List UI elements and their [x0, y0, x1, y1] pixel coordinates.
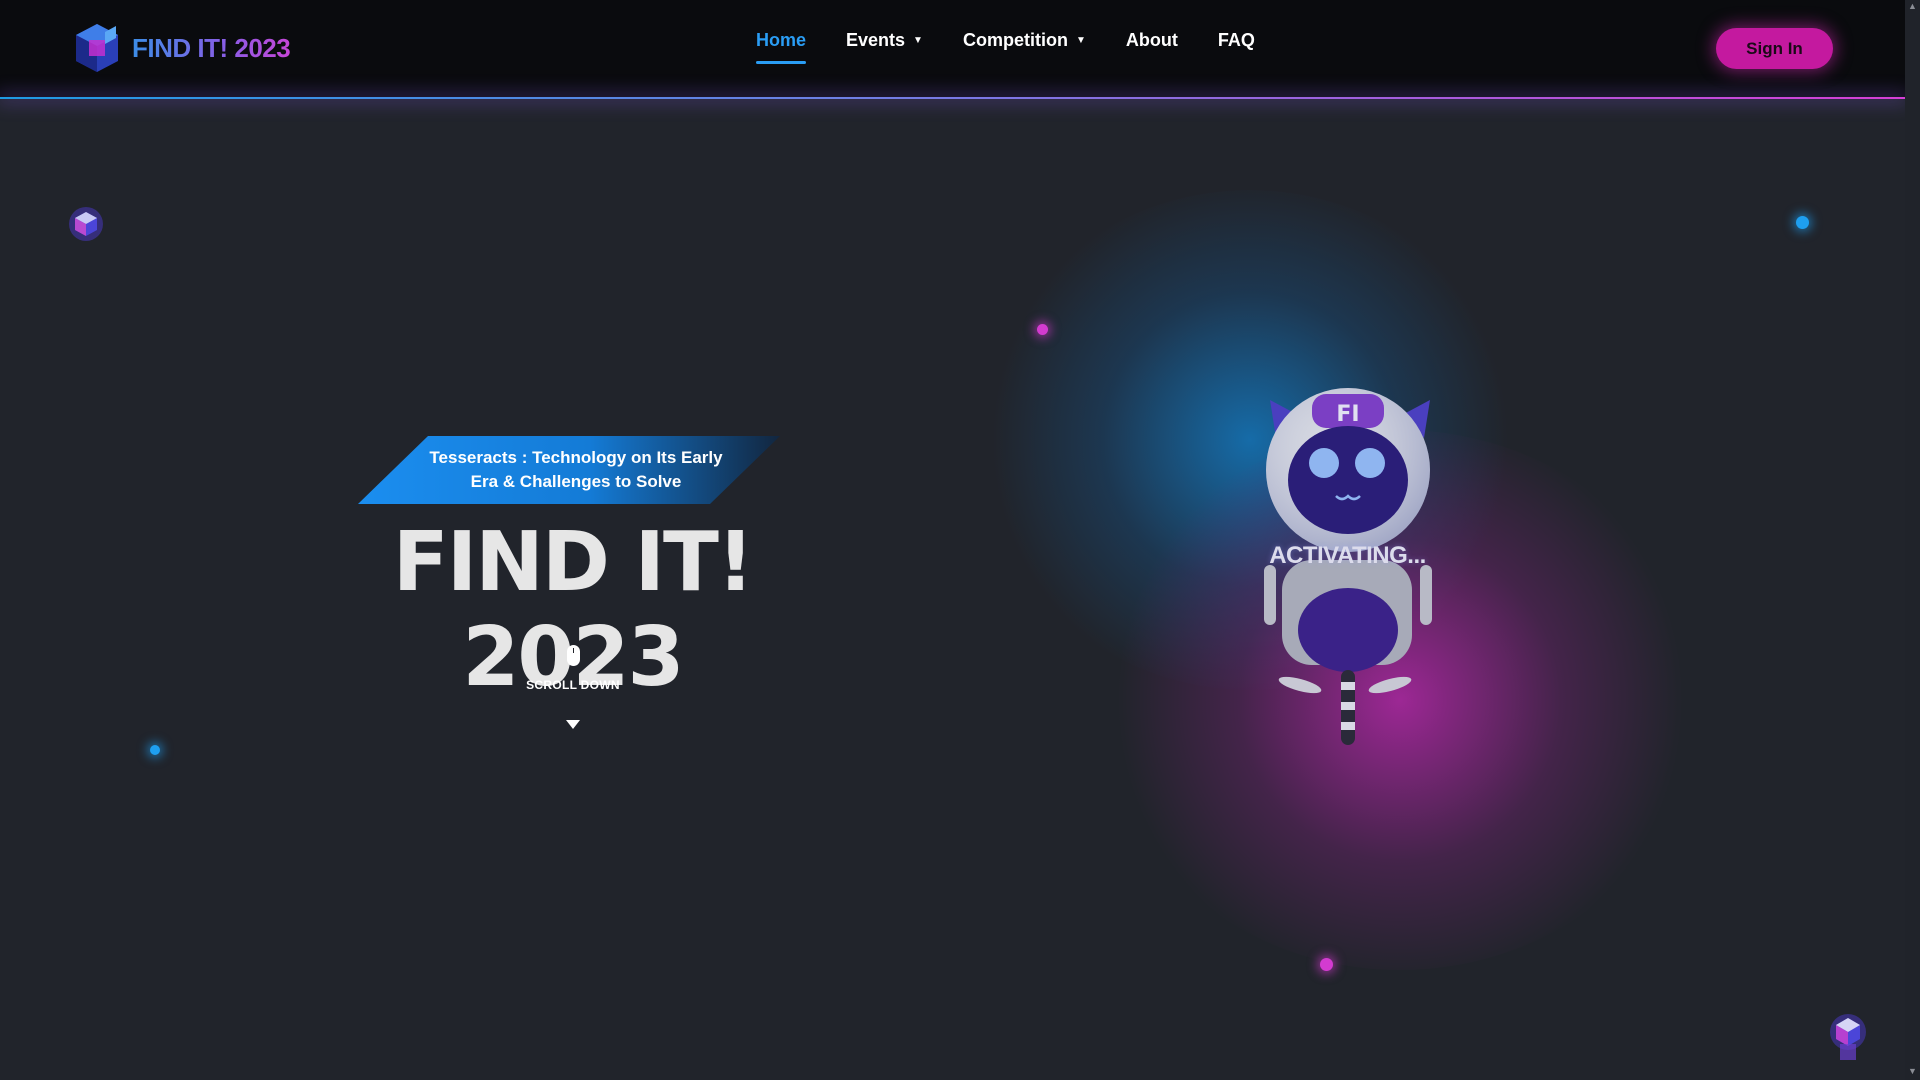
nav-about-label: About: [1125, 30, 1178, 50]
scroll-down-label: SCROLL DOWN: [526, 678, 620, 692]
scroll-down-icon[interactable]: ▼: [1908, 1066, 1917, 1076]
pink-particle: [1037, 324, 1048, 335]
sign-in-button[interactable]: Sign In: [1716, 28, 1833, 69]
pink-particle: [1320, 958, 1333, 971]
scroll-down-indicator[interactable]: SCROLL DOWN: [503, 645, 643, 729]
navbar: FIND IT! 2023 Home Events ▼ Competition …: [0, 0, 1905, 98]
activating-status: ACTIVATING...: [1269, 542, 1426, 569]
nav-home-label: Home: [756, 30, 807, 50]
nav-competition[interactable]: Competition ▼: [963, 30, 1086, 70]
tagline-banner: Tesseracts : Technology on Its Early Era…: [358, 436, 780, 504]
tagline-text: Tesseracts : Technology on Its Early Era…: [429, 448, 723, 491]
mascot-badge-text: FI: [1336, 402, 1359, 427]
nav-faq[interactable]: FAQ: [1218, 30, 1255, 70]
mouse-icon: [566, 645, 580, 666]
caret-down-icon: ▼: [1075, 35, 1086, 46]
scroll-up-icon[interactable]: ▲: [1908, 1, 1917, 11]
main-nav: Home Events ▼ Competition ▼ About FAQ: [756, 30, 1295, 70]
floating-cube-icon: [69, 207, 103, 241]
nav-about[interactable]: About: [1126, 30, 1178, 70]
navbar-gradient-divider: [0, 97, 1905, 99]
blue-particle: [150, 745, 160, 755]
nav-home[interactable]: Home: [756, 30, 807, 70]
nav-events-label: Events: [846, 30, 906, 50]
brand-name: FIND IT! 2023: [132, 32, 291, 63]
cube-logo-icon: [76, 24, 118, 72]
floating-cube-icon: [1830, 1014, 1866, 1060]
brand-logo-link[interactable]: FIND IT! 2023: [72, 22, 291, 74]
page-scrollbar[interactable]: [1905, 0, 1920, 1080]
nav-competition-label: Competition: [962, 30, 1068, 50]
nav-faq-label: FAQ: [1217, 30, 1255, 50]
nav-events[interactable]: Events ▼: [846, 30, 923, 70]
blue-particle: [1796, 216, 1809, 229]
arrow-down-icon: [566, 720, 580, 729]
caret-down-icon: ▼: [913, 35, 923, 46]
